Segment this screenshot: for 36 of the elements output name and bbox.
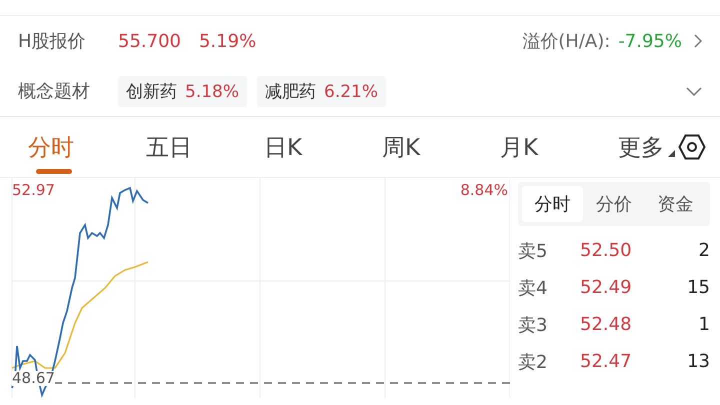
h-share-change: 5.19% [198,30,256,52]
high-percent-label: 8.84% [460,181,508,199]
row-label: H股报价 [18,30,87,53]
ask-price: 52.49 [580,277,633,298]
chevron-down-icon[interactable] [686,86,702,96]
h-share-price: 55.700 [118,30,181,52]
ask-volume: 13 [686,351,710,372]
concept-tag[interactable]: 创新药 5.18% [118,76,248,106]
chart-tab[interactable]: 分时 [28,117,146,177]
order-book-tab[interactable]: 分时 [522,186,584,222]
settings-icon[interactable] [678,134,706,160]
ask-volume: 1 [698,314,710,335]
concept-tag[interactable]: 减肥药 6.21% [257,76,386,106]
ask-volume: 15 [686,277,710,298]
premium-label: 溢价(H/A): [522,30,610,53]
ask-price: 52.48 [580,314,633,335]
ask-price: 52.50 [580,240,633,261]
dropdown-triangle-icon [668,150,675,156]
premium-value: -7.95% [618,30,682,52]
order-book-tab[interactable]: 资金 [644,186,706,222]
chart-tab[interactable]: 五日 [146,117,264,177]
chart-tab[interactable]: 周K [382,117,500,177]
row-label: 概念题材 [18,80,91,103]
high-price-label: 52.97 [12,181,55,199]
ask-level: 卖2 [518,350,548,374]
order-book-tab[interactable]: 分价 [583,186,645,222]
chart-tab[interactable]: 月K [500,117,618,177]
chart-tab[interactable]: 更多 [618,117,675,177]
chevron-right-icon[interactable] [694,34,702,48]
base-price-label: 48.67 [12,371,55,386]
ask-volume: 2 [698,240,710,261]
ask-level: 卖3 [518,314,548,336]
ask-level: 卖4 [518,276,548,300]
ask-price: 52.47 [580,351,633,372]
ask-level: 卖5 [518,240,548,262]
chart-tab[interactable]: 日K [264,117,382,177]
